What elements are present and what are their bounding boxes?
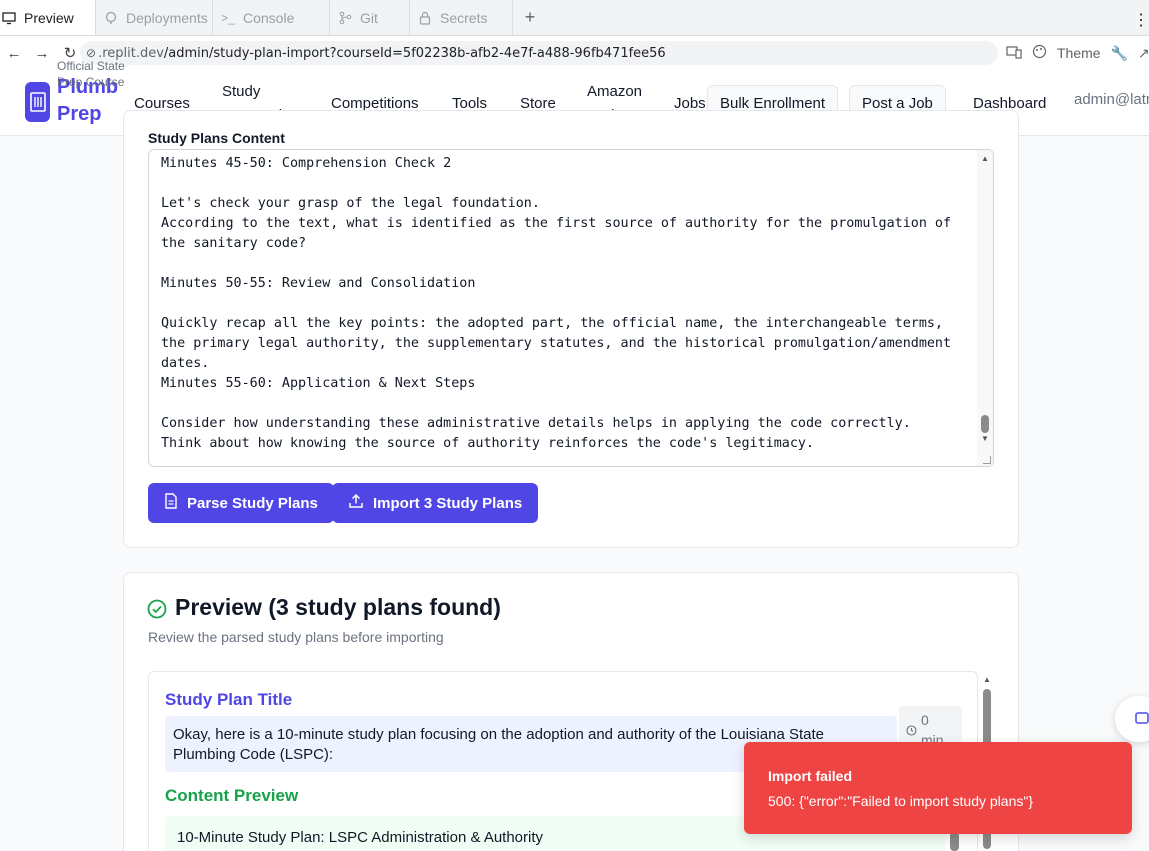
user-account[interactable]: admin@latr: [1074, 91, 1149, 108]
lock-icon: [418, 11, 432, 25]
tab-label: Secrets: [440, 9, 488, 26]
upload-icon: [348, 493, 364, 513]
back-icon[interactable]: ←: [0, 39, 28, 67]
theme-button[interactable]: Theme: [1057, 45, 1101, 61]
url-bar: ← → ↻ ⊘ .replit.dev/admin/study-plan-imp…: [0, 36, 1149, 70]
tab-preview[interactable]: Preview: [0, 0, 96, 35]
tab-label: Preview: [24, 9, 74, 26]
import-study-plans-button[interactable]: Import 3 Study Plans: [332, 483, 539, 523]
tab-deployments[interactable]: Deployments: [96, 0, 213, 35]
scroll-up-icon[interactable]: ▲: [983, 675, 991, 684]
tab-label: Deployments: [126, 9, 208, 26]
duration-badge: 0 min: [899, 706, 962, 748]
tab-git[interactable]: Git: [330, 0, 410, 35]
address-field[interactable]: ⊘ .replit.dev/admin/study-plan-import?co…: [80, 41, 998, 65]
wrench-icon[interactable]: 🔧: [1111, 45, 1128, 62]
check-circle-icon: [147, 599, 167, 619]
forward-icon[interactable]: →: [28, 39, 56, 67]
logo-building-icon[interactable]: [25, 82, 50, 122]
tab-label: Git: [360, 9, 378, 26]
parse-study-plans-button[interactable]: Parse Study Plans: [148, 483, 334, 523]
browser-tab-strip: Preview Deployments >_ Console Git Secre…: [0, 0, 1149, 36]
textarea-scrollbar[interactable]: ▲ ▼: [977, 150, 993, 466]
preview-title: Preview (3 study plans found): [175, 594, 501, 620]
study-plans-content-label: Study Plans Content: [148, 130, 285, 146]
more-vert-icon[interactable]: ⋮: [1133, 10, 1149, 30]
scroll-thumb[interactable]: [981, 415, 989, 433]
parse-button-label: Parse Study Plans: [187, 494, 318, 512]
toast-title: Import failed: [768, 768, 853, 784]
textarea-value: memorizing each number unless specifical…: [161, 150, 952, 451]
assistant-widget[interactable]: [1115, 696, 1149, 742]
tab-label: Console: [243, 9, 295, 26]
chat-icon: [1135, 712, 1149, 731]
brand-subtitle: Official State Prep Course: [57, 59, 125, 89]
file-text-icon: [164, 493, 178, 513]
url-path: /admin/study-plan-import?courseId=5f0223…: [163, 45, 666, 61]
terminal-icon: >_: [221, 10, 235, 25]
study-plan-title-label: Study Plan Title: [165, 690, 293, 709]
palette-icon[interactable]: [1032, 44, 1047, 62]
tab-secrets[interactable]: Secrets: [410, 0, 513, 35]
content-preview-label: Content Preview: [165, 786, 299, 805]
clock-icon: [906, 723, 917, 739]
preview-subtitle: Review the parsed study plans before imp…: [148, 629, 444, 645]
git-icon: [338, 11, 352, 25]
error-toast[interactable]: Import failed 500: {"error":"Failed to i…: [744, 742, 1132, 834]
new-tab-button[interactable]: +: [513, 0, 547, 35]
content-scroll-thumb[interactable]: [950, 832, 959, 851]
deploy-icon: [104, 11, 118, 25]
scroll-down-icon[interactable]: ▼: [981, 434, 989, 443]
toast-message: 500: {"error":"Failed to import study pl…: [768, 793, 1034, 809]
import-button-label: Import 3 Study Plans: [373, 494, 523, 512]
monitor-icon: [2, 11, 16, 25]
resize-grip-icon[interactable]: [983, 456, 991, 464]
devices-icon[interactable]: [1006, 45, 1022, 62]
scroll-up-icon[interactable]: ▲: [981, 154, 989, 163]
tab-console[interactable]: >_ Console: [213, 0, 330, 35]
open-external-icon[interactable]: ↗: [1138, 45, 1149, 62]
url-tools: Theme 🔧 ↗: [1006, 36, 1149, 70]
duration-value: 0: [921, 712, 929, 728]
study-plans-textarea[interactable]: memorizing each number unless specifical…: [148, 149, 994, 467]
